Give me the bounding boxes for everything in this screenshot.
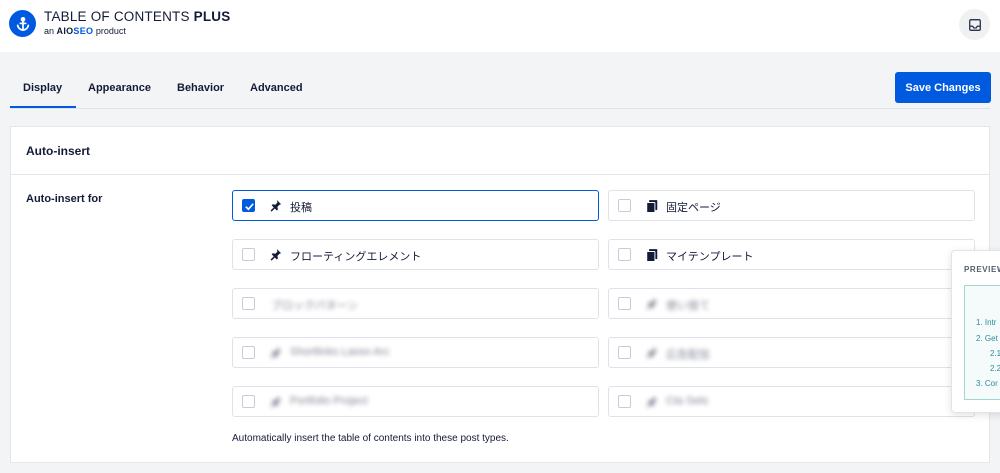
toc-item: 2. Get bbox=[976, 334, 998, 343]
option-blurred-1[interactable]: ブロックパターン bbox=[232, 288, 599, 319]
panel-header: Auto-insert bbox=[11, 127, 989, 175]
pin-icon bbox=[646, 298, 658, 310]
checkbox[interactable] bbox=[242, 248, 255, 261]
top-header: TABLE OF CONTENTS PLUS an AIOSEO product bbox=[0, 0, 1000, 52]
toc-item: 1. Intr bbox=[976, 318, 997, 327]
pin-icon bbox=[646, 347, 658, 359]
pin-icon bbox=[270, 396, 282, 408]
tab-appearance[interactable]: Appearance bbox=[88, 82, 151, 94]
option-label: 固定ページ bbox=[666, 202, 721, 214]
checkbox[interactable] bbox=[242, 346, 255, 359]
checkbox[interactable] bbox=[618, 297, 631, 310]
preview-title: PREVIEW bbox=[964, 265, 1000, 274]
panel-title: Auto-insert bbox=[26, 144, 90, 158]
checkbox[interactable] bbox=[242, 199, 255, 212]
option-label: マイテンプレート bbox=[666, 251, 754, 263]
option-blurred-2[interactable]: 使い捨て bbox=[608, 288, 975, 319]
option-my-template[interactable]: マイテンプレート bbox=[608, 239, 975, 270]
help-text: Automatically insert the table of conten… bbox=[232, 433, 509, 444]
auto-insert-panel: Auto-insert Auto-insert for 投稿 固定ページ フロー… bbox=[10, 126, 990, 463]
pin-icon bbox=[270, 347, 282, 359]
option-post[interactable]: 投稿 bbox=[232, 190, 599, 221]
pages-icon bbox=[646, 200, 658, 213]
aioseo-logo: AIOSEO bbox=[56, 26, 94, 36]
tab-behavior[interactable]: Behavior bbox=[177, 82, 224, 94]
option-label: ブロックパターン bbox=[271, 300, 358, 312]
option-label: Shortlinks Lasso Arc bbox=[290, 346, 390, 358]
option-blurred-4[interactable]: 広告配信 bbox=[608, 337, 975, 368]
option-label: 投稿 bbox=[290, 202, 312, 214]
brand-title: TABLE OF CONTENTS PLUS bbox=[44, 9, 231, 24]
brand-subtitle: an AIOSEO product bbox=[44, 26, 126, 36]
checkbox[interactable] bbox=[242, 297, 255, 310]
option-label: Cta Sets bbox=[666, 395, 709, 407]
option-label: Portfolio Project bbox=[290, 395, 368, 407]
toc-preview-panel: PREVIEW 1. Intr 2. Get 2.1 2.2 3. Cor bbox=[951, 250, 1000, 413]
option-floating-element[interactable]: フローティングエレメント bbox=[232, 239, 599, 270]
notifications-button[interactable] bbox=[959, 9, 990, 40]
toc-item: 2.2 bbox=[990, 364, 1000, 373]
toc-preview-box: 1. Intr 2. Get 2.1 2.2 3. Cor bbox=[964, 285, 1000, 400]
save-changes-button[interactable]: Save Changes bbox=[895, 72, 991, 103]
pages-icon bbox=[646, 249, 658, 262]
option-label: フローティングエレメント bbox=[290, 251, 422, 263]
checkbox[interactable] bbox=[618, 395, 631, 408]
pin-icon bbox=[270, 249, 282, 261]
tab-display[interactable]: Display bbox=[9, 82, 77, 108]
option-label: 広告配信 bbox=[666, 349, 710, 361]
option-blurred-3[interactable]: Shortlinks Lasso Arc bbox=[232, 337, 599, 368]
toc-item: 2.1 bbox=[990, 349, 1000, 358]
checkbox[interactable] bbox=[242, 395, 255, 408]
checkbox[interactable] bbox=[618, 199, 631, 212]
pin-icon bbox=[646, 396, 658, 408]
option-page[interactable]: 固定ページ bbox=[608, 190, 975, 221]
tab-advanced[interactable]: Advanced bbox=[250, 82, 303, 94]
checkbox[interactable] bbox=[618, 248, 631, 261]
pin-icon bbox=[270, 200, 282, 212]
option-label: 使い捨て bbox=[666, 300, 710, 312]
toc-item: 3. Cor bbox=[976, 379, 998, 388]
check-icon bbox=[245, 203, 254, 211]
auto-insert-for-label: Auto-insert for bbox=[26, 193, 103, 205]
option-blurred-6[interactable]: Cta Sets bbox=[608, 386, 975, 417]
settings-tabs: Display Appearance Behavior Advanced bbox=[9, 70, 990, 109]
option-blurred-5[interactable]: Portfolio Project bbox=[232, 386, 599, 417]
checkbox[interactable] bbox=[618, 346, 631, 359]
inbox-icon bbox=[968, 18, 981, 31]
anchor-logo-icon bbox=[9, 10, 36, 37]
